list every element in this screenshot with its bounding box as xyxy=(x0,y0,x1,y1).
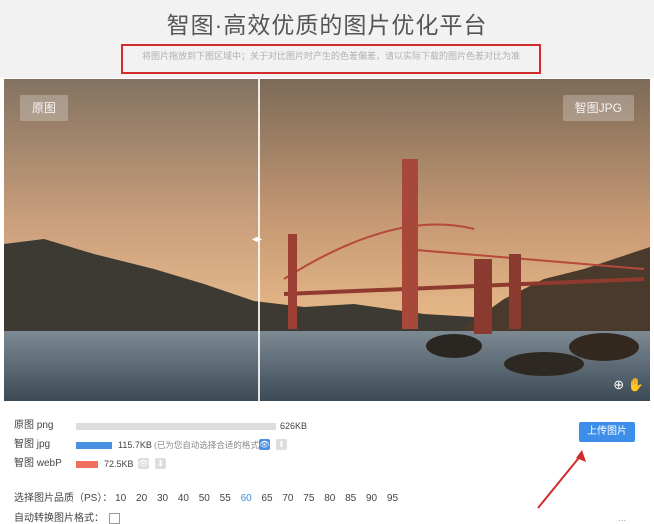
header: 智图·高效优质的图片优化平台 将图片拖放到下图区域中；关于对比图片时产生的色差偏… xyxy=(0,0,654,78)
page-title: 智图·高效优质的图片优化平台 xyxy=(166,12,488,38)
file-name: 智图 webP xyxy=(14,458,62,469)
auto-convert-option: 自动转换图片格式： xyxy=(14,509,120,524)
quality-option[interactable]: 85 xyxy=(345,493,356,504)
auto-convert-label: 自动转换图片格式： xyxy=(14,513,104,524)
quality-option[interactable]: 80 xyxy=(324,493,335,504)
watermark-text: ... xyxy=(618,513,626,523)
optimized-label-button[interactable]: 智图JPG xyxy=(562,95,634,121)
quality-option[interactable]: 65 xyxy=(261,493,272,504)
drag-handle-icon[interactable]: ◂▸ xyxy=(252,234,262,245)
quality-option[interactable]: 20 xyxy=(136,493,147,504)
upload-button[interactable]: 上传图片 xyxy=(579,422,635,442)
quality-selector: 选择图片品质（PS）： 10 20 30 40 50 55 60 65 70 7… xyxy=(14,489,405,504)
preview-icon[interactable]: 👁 xyxy=(138,458,149,469)
quality-option[interactable]: 55 xyxy=(220,493,231,504)
quality-option[interactable]: 30 xyxy=(157,493,168,504)
download-icon[interactable]: ⬇ xyxy=(155,458,166,469)
download-icon[interactable]: ⬇ xyxy=(276,439,287,450)
original-label-button[interactable]: 原图 xyxy=(20,95,69,121)
file-name: 原图 png xyxy=(14,420,54,431)
drop-hint: 将图片拖放到下图区域中；关于对比图片时产生的色差偏差，请以实际下载的图片色差对比… xyxy=(121,44,541,74)
zoom-in-icon[interactable]: ⊕ xyxy=(613,377,624,392)
quality-label: 选择图片品质（PS）： xyxy=(14,493,113,504)
annotation-arrow xyxy=(537,450,586,509)
image-compare-area[interactable]: ◂▸ 原图 智图JPG ⊕ ✋ xyxy=(4,79,650,401)
file-size: 115.7KB xyxy=(118,440,152,450)
size-bar xyxy=(76,461,98,468)
auto-convert-checkbox[interactable] xyxy=(108,512,120,524)
preview-icon[interactable]: 👁 xyxy=(259,439,270,450)
quality-option[interactable]: 95 xyxy=(387,493,398,504)
size-bar xyxy=(76,423,276,430)
quality-option[interactable]: 50 xyxy=(199,493,210,504)
format-note: (已为您自动选择合适的格式) xyxy=(154,440,262,450)
size-bar xyxy=(76,442,112,449)
quality-option[interactable]: 70 xyxy=(282,493,293,504)
file-size: 72.5KB xyxy=(104,459,134,469)
file-name: 智图 jpg xyxy=(14,439,51,450)
quality-option[interactable]: 40 xyxy=(178,493,189,504)
quality-option-selected[interactable]: 60 xyxy=(241,493,252,504)
quality-option[interactable]: 75 xyxy=(303,493,314,504)
drop-icon[interactable]: ✋ xyxy=(628,377,644,392)
quality-option[interactable]: 90 xyxy=(366,493,377,504)
quality-option[interactable]: 10 xyxy=(115,493,126,504)
comparison-photo xyxy=(4,79,650,401)
file-size: 626KB xyxy=(280,421,308,431)
